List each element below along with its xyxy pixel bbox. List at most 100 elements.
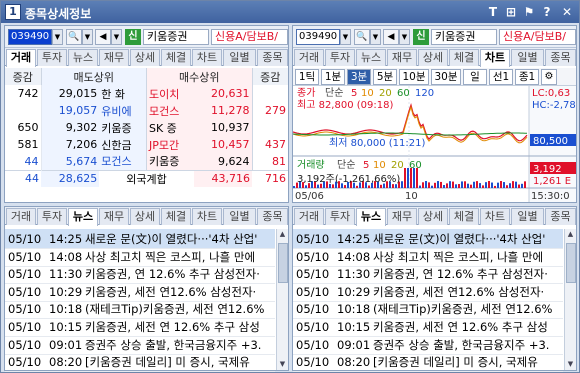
right-stock-name-field[interactable]: 키움증권 xyxy=(431,29,497,45)
tab-execution[interactable]: 체결 xyxy=(161,49,191,66)
price-chart[interactable]: 종가 단순 5 10 20 60 120 최고 82,800 (09:18) 최… xyxy=(293,86,576,202)
right-tab-stock[interactable]: 종목 xyxy=(545,49,576,66)
volume-bar xyxy=(473,181,475,188)
text-size-button[interactable]: T xyxy=(485,4,501,20)
interval-6[interactable]: 일 xyxy=(463,69,487,85)
buy-qty: 20,631 xyxy=(193,85,253,102)
right-news-panel: 거래 투자 뉴스 재무 상세 체결 차트 일별 종목 05/10 14:25 새로운… xyxy=(292,206,577,373)
right-tab-daily[interactable]: 일별 xyxy=(511,49,544,66)
search-icon[interactable]: 🔍 xyxy=(66,29,82,45)
right-tab-chart[interactable]: 차트 xyxy=(480,49,510,67)
scroll-thumb[interactable] xyxy=(278,243,288,283)
sell-change: 44 xyxy=(5,153,42,170)
price-legend-sub: 단순 xyxy=(325,87,343,99)
title-bar[interactable]: 1 종목상세정보 T ⊞ ⚑ ? ✕ xyxy=(1,1,579,23)
rn-tab-detail[interactable]: 상세 xyxy=(418,208,448,225)
buy-change: 437 xyxy=(265,138,286,151)
rn-tab-execution[interactable]: 체결 xyxy=(449,208,479,225)
ln-tab-stock[interactable]: 종목 xyxy=(257,208,288,225)
scroll-down-icon[interactable]: ▼ xyxy=(565,359,576,370)
tab-detail[interactable]: 상세 xyxy=(130,49,160,66)
tab-chart[interactable]: 차트 xyxy=(192,49,222,66)
right-tab-investor[interactable]: 투자 xyxy=(325,49,355,66)
right-tab-execution[interactable]: 체결 xyxy=(449,49,479,66)
news-item[interactable]: 05/10 08:20 [키움증권 데일리] 미 증시, 국제유 xyxy=(293,352,563,373)
ln-tab-trade[interactable]: 거래 xyxy=(6,208,36,225)
layout-button[interactable]: ⊞ xyxy=(503,4,519,20)
news-item[interactable]: 05/10 08:20 [키움증권 데일리] 미 증시, 국제유 xyxy=(5,352,275,373)
tab-investor[interactable]: 투자 xyxy=(37,49,67,66)
volume-bar xyxy=(344,185,346,188)
interval-5[interactable]: 30분 xyxy=(431,69,461,85)
scroll-thumb[interactable] xyxy=(566,243,576,283)
right-speaker-icon[interactable]: ◀ xyxy=(383,29,399,45)
right-news-scrollbar[interactable]: ▲ ▼ xyxy=(564,229,576,370)
high-label: 최고 82,800 (09:18) xyxy=(297,99,393,111)
sell-qty: 5,674 xyxy=(41,153,100,170)
stock-code-input[interactable]: 039490 xyxy=(8,29,52,45)
rn-tab-investor[interactable]: 투자 xyxy=(325,208,355,225)
sell-qty: 7,206 xyxy=(41,136,100,153)
tab-trade[interactable]: 거래 xyxy=(6,49,36,67)
scroll-up-icon[interactable]: ▲ xyxy=(565,229,576,240)
broker-row: 650 9,302 키움증 SK 증 10,937 xyxy=(5,119,288,136)
speaker-icon[interactable]: ◀ xyxy=(95,29,111,45)
stock-name-field[interactable]: 키움증권 xyxy=(143,29,209,45)
news-time: 08:20 xyxy=(49,355,83,370)
interval-8[interactable]: 종1 xyxy=(515,69,539,85)
code-dropdown-icon[interactable]: ▼ xyxy=(52,29,63,45)
left-news-scrollbar[interactable]: ▲ ▼ xyxy=(276,229,288,370)
volume-bar xyxy=(485,182,487,188)
ln-tab-execution[interactable]: 체결 xyxy=(161,208,191,225)
right-tab-detail[interactable]: 상세 xyxy=(418,49,448,66)
tab-news[interactable]: 뉴스 xyxy=(68,49,98,66)
rn-tab-trade[interactable]: 거래 xyxy=(294,208,324,225)
ln-tab-finance[interactable]: 재무 xyxy=(99,208,129,225)
rn-tab-chart[interactable]: 차트 xyxy=(480,208,510,225)
speaker-dropdown-icon[interactable]: ▼ xyxy=(111,29,122,45)
volume-bar xyxy=(479,183,481,188)
ln-tab-news[interactable]: 뉴스 xyxy=(68,208,98,226)
tab-daily[interactable]: 일별 xyxy=(223,49,256,66)
interval-2[interactable]: 3분 xyxy=(347,69,371,85)
sell-broker: 한 화 xyxy=(99,85,147,102)
interval-4[interactable]: 10분 xyxy=(399,69,429,85)
right-stock-code-input[interactable]: 039490 xyxy=(296,29,340,45)
rn-tab-news[interactable]: 뉴스 xyxy=(356,208,386,226)
ln-tab-detail[interactable]: 상세 xyxy=(130,208,160,225)
rn-tab-stock[interactable]: 종목 xyxy=(545,208,576,225)
ln-tab-chart[interactable]: 차트 xyxy=(192,208,222,225)
interval-0[interactable]: 1틱 xyxy=(295,69,319,85)
tab-finance[interactable]: 재무 xyxy=(99,49,129,66)
rn-tab-finance[interactable]: 재무 xyxy=(387,208,417,225)
right-speaker-dropdown-icon[interactable]: ▼ xyxy=(399,29,410,45)
ln-tab-investor[interactable]: 투자 xyxy=(37,208,67,225)
help-button[interactable]: ? xyxy=(539,4,555,20)
right-tab-trade[interactable]: 거래 xyxy=(294,49,324,66)
close-button[interactable]: ✕ xyxy=(559,4,575,20)
pin-button[interactable]: ⚑ xyxy=(521,4,537,20)
right-tab-news[interactable]: 뉴스 xyxy=(356,49,386,66)
scroll-up-icon[interactable]: ▲ xyxy=(277,229,288,240)
right-search-icon[interactable]: 🔍 xyxy=(354,29,370,45)
broker-table-header: 증감 매도상위 매수상위 증감 xyxy=(5,68,288,85)
interval-3[interactable]: 5분 xyxy=(373,69,397,85)
interval-7[interactable]: 선1 xyxy=(489,69,513,85)
ln-tab-daily[interactable]: 일별 xyxy=(223,208,256,225)
last-price-tag: 80,500 xyxy=(533,136,568,147)
right-code-dropdown-icon[interactable]: ▼ xyxy=(340,29,351,45)
interval-1[interactable]: 1분 xyxy=(321,69,345,85)
rn-tab-daily[interactable]: 일별 xyxy=(511,208,544,225)
right-search-dropdown-icon[interactable]: ▼ xyxy=(370,29,381,45)
search-dropdown-icon[interactable]: ▼ xyxy=(82,29,93,45)
tab-stock[interactable]: 종목 xyxy=(257,49,288,66)
volume-bar xyxy=(518,184,520,188)
scroll-down-icon[interactable]: ▼ xyxy=(277,359,288,370)
interval-bar: 1틱 1분 3분 5분 10분 30분 일 선1 종1 ⚙ xyxy=(293,68,576,86)
header-sell-top: 매도상위 xyxy=(41,68,147,85)
buy-qty: 11,278 xyxy=(193,102,253,119)
right-tab-finance[interactable]: 재무 xyxy=(387,49,417,66)
chart-settings-icon[interactable]: ⚙ xyxy=(541,69,557,85)
window-title: 종목상세정보 xyxy=(25,7,92,21)
volume-bar xyxy=(293,186,295,188)
